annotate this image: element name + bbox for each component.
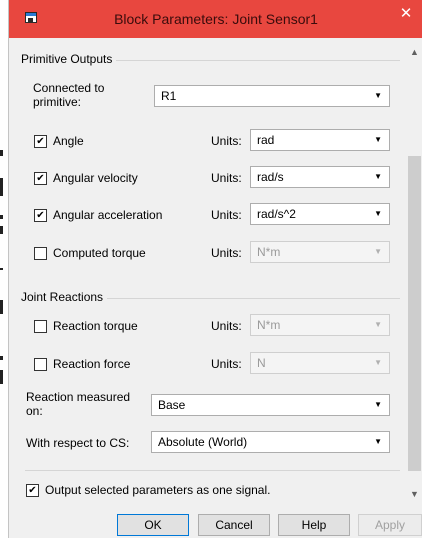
chevron-down-icon: ▼ xyxy=(374,247,382,256)
reaction-force-label: Reaction force xyxy=(53,357,131,371)
angle-units-select[interactable]: rad ▼ xyxy=(250,129,390,151)
joint-reactions-label: Joint Reactions xyxy=(21,290,108,304)
reaction-measured-on-select[interactable]: Base ▼ xyxy=(151,394,390,416)
angular-acceleration-units-label: Units: xyxy=(211,208,242,222)
angular-velocity-units-value: rad/s xyxy=(257,170,284,184)
reaction-torque-units-select: N*m ▼ xyxy=(250,314,390,336)
chevron-down-icon: ▼ xyxy=(374,320,382,329)
block-parameters-dialog: Block Parameters: Joint Sensor1 ✕ Primit… xyxy=(8,0,422,538)
connected-to-primitive-select[interactable]: R1 ▼ xyxy=(154,85,390,107)
respect-to-cs-value: Absolute (World) xyxy=(158,435,248,449)
computed-torque-label: Computed torque xyxy=(53,246,146,260)
connected-to-primitive-label: Connected to primitive: xyxy=(33,81,105,109)
vertical-scrollbar[interactable]: ▲ ▼ xyxy=(406,38,422,508)
respect-to-cs-label: With respect to CS: xyxy=(26,436,130,450)
help-button[interactable]: Help xyxy=(278,514,350,536)
computed-torque-checkbox[interactable] xyxy=(34,247,47,260)
primitive-outputs-label: Primitive Outputs xyxy=(21,52,117,66)
reaction-force-units-value: N xyxy=(257,356,266,370)
scroll-up-icon[interactable]: ▲ xyxy=(406,44,422,61)
reaction-force-units-label: Units: xyxy=(211,357,242,371)
reaction-force-units-select: N ▼ xyxy=(250,352,390,374)
reaction-torque-checkbox[interactable] xyxy=(34,320,47,333)
reaction-force-checkbox[interactable] xyxy=(34,358,47,371)
chevron-down-icon: ▼ xyxy=(374,209,382,218)
reaction-measured-on-label: Reaction measured on: xyxy=(26,390,131,418)
output-one-signal-label: Output selected parameters as one signal… xyxy=(45,483,271,497)
computed-torque-units-select: N*m ▼ xyxy=(250,241,390,263)
angular-acceleration-checkbox[interactable] xyxy=(34,209,47,222)
connected-to-primitive-value: R1 xyxy=(161,89,177,103)
angle-units-value: rad xyxy=(257,133,275,147)
angular-velocity-label: Angular velocity xyxy=(53,171,138,185)
title-bar[interactable]: Block Parameters: Joint Sensor1 ✕ xyxy=(9,0,422,38)
computed-torque-units-label: Units: xyxy=(211,246,242,260)
chevron-down-icon: ▼ xyxy=(374,358,382,367)
reaction-torque-label: Reaction torque xyxy=(53,319,138,333)
chevron-down-icon: ▼ xyxy=(374,172,382,181)
angular-acceleration-units-value: rad/s^2 xyxy=(257,207,296,221)
scroll-down-icon[interactable]: ▼ xyxy=(406,486,422,503)
apply-button: Apply xyxy=(358,514,422,536)
angular-velocity-checkbox[interactable] xyxy=(34,172,47,185)
angular-velocity-units-select[interactable]: rad/s ▼ xyxy=(250,166,390,188)
chevron-down-icon: ▼ xyxy=(374,400,382,409)
angular-acceleration-label: Angular acceleration xyxy=(53,208,163,222)
scrollbar-thumb[interactable] xyxy=(408,156,421,471)
ok-button[interactable]: OK xyxy=(117,514,189,536)
dialog-content: Primitive Outputs Connected to primitive… xyxy=(17,38,422,508)
respect-to-cs-select[interactable]: Absolute (World) ▼ xyxy=(151,431,390,453)
chevron-down-icon: ▼ xyxy=(374,91,382,100)
angular-acceleration-units-select[interactable]: rad/s^2 ▼ xyxy=(250,203,390,225)
reaction-torque-units-value: N*m xyxy=(257,318,281,332)
section-divider xyxy=(25,470,400,471)
chevron-down-icon: ▼ xyxy=(374,135,382,144)
angle-units-label: Units: xyxy=(211,134,242,148)
angle-checkbox[interactable] xyxy=(34,135,47,148)
angular-velocity-units-label: Units: xyxy=(211,171,242,185)
output-one-signal-checkbox[interactable] xyxy=(26,484,39,497)
cancel-button[interactable]: Cancel xyxy=(198,514,270,536)
chevron-down-icon: ▼ xyxy=(374,437,382,446)
reaction-torque-units-label: Units: xyxy=(211,319,242,333)
reaction-measured-on-value: Base xyxy=(158,398,186,412)
computed-torque-units-value: N*m xyxy=(257,245,281,259)
angle-label: Angle xyxy=(53,134,84,148)
close-icon[interactable]: ✕ xyxy=(389,0,422,30)
dialog-title: Block Parameters: Joint Sensor1 xyxy=(114,11,318,27)
